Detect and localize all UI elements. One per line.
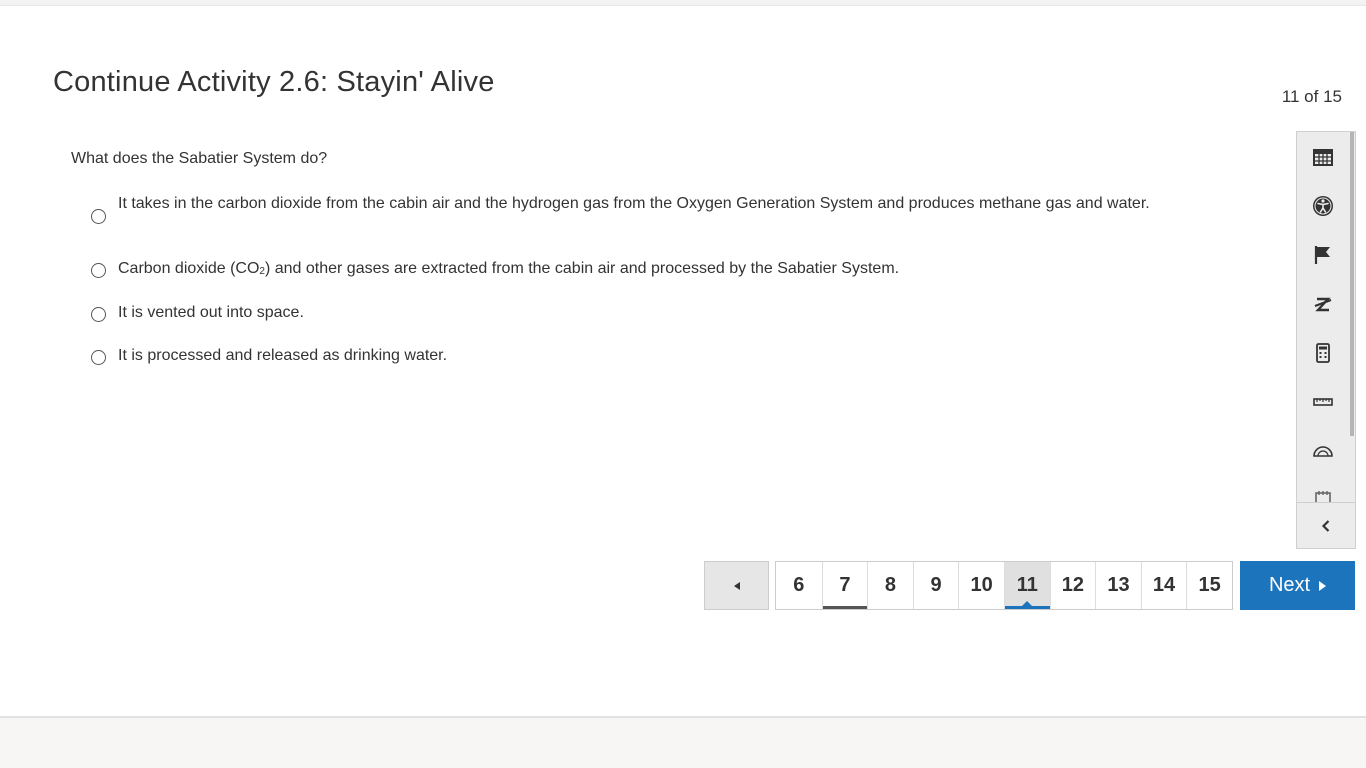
radio-button[interactable] — [91, 350, 106, 365]
radio-button[interactable] — [91, 307, 106, 322]
question-progress: 11 of 15 — [1281, 87, 1342, 106]
answer-option-2[interactable]: Carbon dioxide (CO2) and other gases are… — [91, 258, 1181, 282]
page-button-12[interactable]: 12 — [1049, 562, 1096, 609]
radio-button[interactable] — [91, 209, 106, 224]
answer-option-4[interactable]: It is processed and released as drinking… — [91, 345, 1181, 367]
page-button-11[interactable]: 11 — [1003, 562, 1050, 609]
answer-option-1[interactable]: It takes in the carbon dioxide from the … — [91, 193, 1181, 224]
calendar-grid-icon[interactable] — [1297, 132, 1349, 181]
chevron-left-icon — [1321, 519, 1330, 532]
current-page-caret-icon — [1022, 601, 1033, 606]
radio-button[interactable] — [91, 263, 106, 278]
flag-icon[interactable] — [1297, 230, 1349, 279]
page-button-15[interactable]: 15 — [1186, 562, 1232, 609]
triangle-left-icon — [733, 581, 740, 590]
page-button-8[interactable]: 8 — [867, 562, 913, 609]
tools-list — [1297, 132, 1349, 502]
ruler-icon[interactable] — [1297, 377, 1349, 426]
page-button-13[interactable]: 13 — [1095, 562, 1141, 609]
answer-option-label: Carbon dioxide (CO2) and other gases are… — [118, 260, 900, 277]
next-button[interactable]: Next — [1240, 561, 1355, 610]
page-button-14[interactable]: 14 — [1140, 562, 1187, 609]
notepad-icon[interactable] — [1297, 475, 1349, 502]
page-button-10[interactable]: 10 — [958, 562, 1004, 609]
previous-button[interactable] — [704, 561, 769, 610]
next-button-label: Next — [1268, 574, 1311, 596]
question-prompt: What does the Sabatier System do? — [71, 150, 328, 167]
answer-option-label: It is vented out into space. — [118, 304, 304, 321]
page-button-7[interactable]: 7 — [821, 562, 868, 609]
tools-scrollbar[interactable] — [1350, 132, 1354, 436]
strikethrough-eliminator-icon[interactable] — [1297, 279, 1349, 328]
page-navigation: 6 7 8 9 10 11 12 13 14 15 — [775, 561, 1233, 610]
top-strip — [0, 0, 1366, 6]
page-button-6[interactable]: 6 — [776, 562, 822, 609]
assessment-page: Continue Activity 2.6: Stayin' Alive 11 … — [0, 0, 1366, 718]
answer-option-3[interactable]: It is vented out into space. — [91, 302, 1181, 324]
page-title: Continue Activity 2.6: Stayin' Alive — [53, 66, 495, 98]
accessibility-icon[interactable] — [1297, 181, 1349, 230]
triangle-right-icon — [1319, 580, 1327, 591]
tools-panel — [1296, 131, 1356, 549]
protractor-icon[interactable] — [1297, 426, 1349, 475]
collapse-tools-button[interactable] — [1297, 502, 1355, 548]
page-button-9[interactable]: 9 — [912, 562, 959, 609]
calculator-icon[interactable] — [1297, 328, 1349, 377]
answer-option-label: It takes in the carbon dioxide from the … — [118, 195, 1150, 212]
answer-option-label: It is processed and released as drinking… — [118, 347, 448, 364]
subscript: 2 — [259, 266, 265, 277]
